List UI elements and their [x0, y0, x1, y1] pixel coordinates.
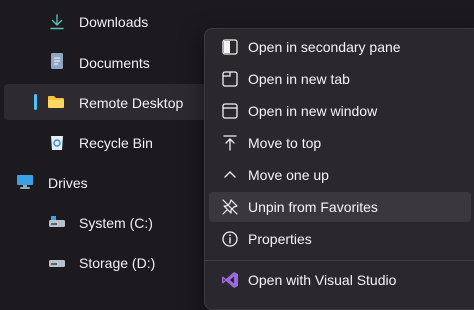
selection-indicator — [34, 94, 37, 110]
menu-item-open-secondary-pane[interactable]: Open in secondary pane — [209, 32, 471, 62]
menu-item-move-one-up[interactable]: Move one up — [209, 160, 471, 190]
menu-item-label: Unpin from Favorites — [248, 199, 378, 215]
sidebar-item-label: Remote Desktop — [79, 95, 184, 111]
context-menu: Open in secondary pane Open in new tab O… — [204, 28, 474, 310]
monitor-icon — [16, 173, 34, 191]
info-icon — [221, 230, 239, 248]
new-tab-icon — [221, 70, 239, 88]
folder-icon — [47, 93, 65, 111]
recycle-bin-icon — [48, 133, 66, 151]
move-to-top-icon — [221, 134, 239, 152]
menu-item-properties[interactable]: Properties — [209, 224, 471, 254]
sidebar-section-drives[interactable]: Drives — [4, 164, 224, 200]
split-pane-icon — [221, 38, 239, 56]
sidebar-item-documents[interactable]: Documents — [4, 44, 224, 80]
unpin-icon — [221, 198, 239, 216]
menu-item-label: Open in new tab — [248, 71, 350, 87]
sidebar-item-label: Documents — [79, 55, 150, 71]
sidebar-item-recycle-bin[interactable]: Recycle Bin — [4, 124, 224, 160]
sidebar-item-storage-d[interactable]: Storage (D:) — [4, 244, 224, 280]
sidebar-item-label: Drives — [48, 175, 88, 191]
drive-icon — [48, 213, 66, 231]
sidebar-item-system-c[interactable]: System (C:) — [4, 204, 224, 240]
sidebar-item-label: Recycle Bin — [79, 135, 153, 151]
drive-icon — [48, 253, 66, 271]
menu-item-open-visual-studio[interactable]: Open with Visual Studio — [209, 265, 471, 295]
menu-item-label: Open with Visual Studio — [248, 272, 397, 288]
menu-item-unpin-favorites[interactable]: Unpin from Favorites — [209, 192, 471, 222]
menu-item-open-new-window[interactable]: Open in new window — [209, 96, 471, 126]
new-window-icon — [221, 102, 239, 120]
menu-item-label: Open in secondary pane — [248, 39, 401, 55]
menu-item-open-new-tab[interactable]: Open in new tab — [209, 64, 471, 94]
sidebar-item-remote-desktop[interactable]: Remote Desktop — [4, 84, 224, 120]
menu-item-label: Open in new window — [248, 103, 378, 119]
download-icon — [48, 13, 66, 31]
menu-item-label: Properties — [248, 231, 312, 247]
menu-item-label: Move one up — [248, 167, 329, 183]
sidebar-item-label: Storage (D:) — [79, 255, 156, 271]
menu-separator — [205, 260, 474, 261]
sidebar-item-label: System (C:) — [79, 215, 153, 231]
document-icon — [48, 52, 66, 70]
menu-item-move-to-top[interactable]: Move to top — [209, 128, 471, 158]
sidebar-item-downloads[interactable]: Downloads — [4, 4, 224, 40]
chevron-up-icon — [221, 166, 239, 184]
sidebar-item-label: Downloads — [79, 14, 149, 30]
menu-item-label: Move to top — [248, 135, 322, 151]
visual-studio-icon — [221, 271, 239, 289]
